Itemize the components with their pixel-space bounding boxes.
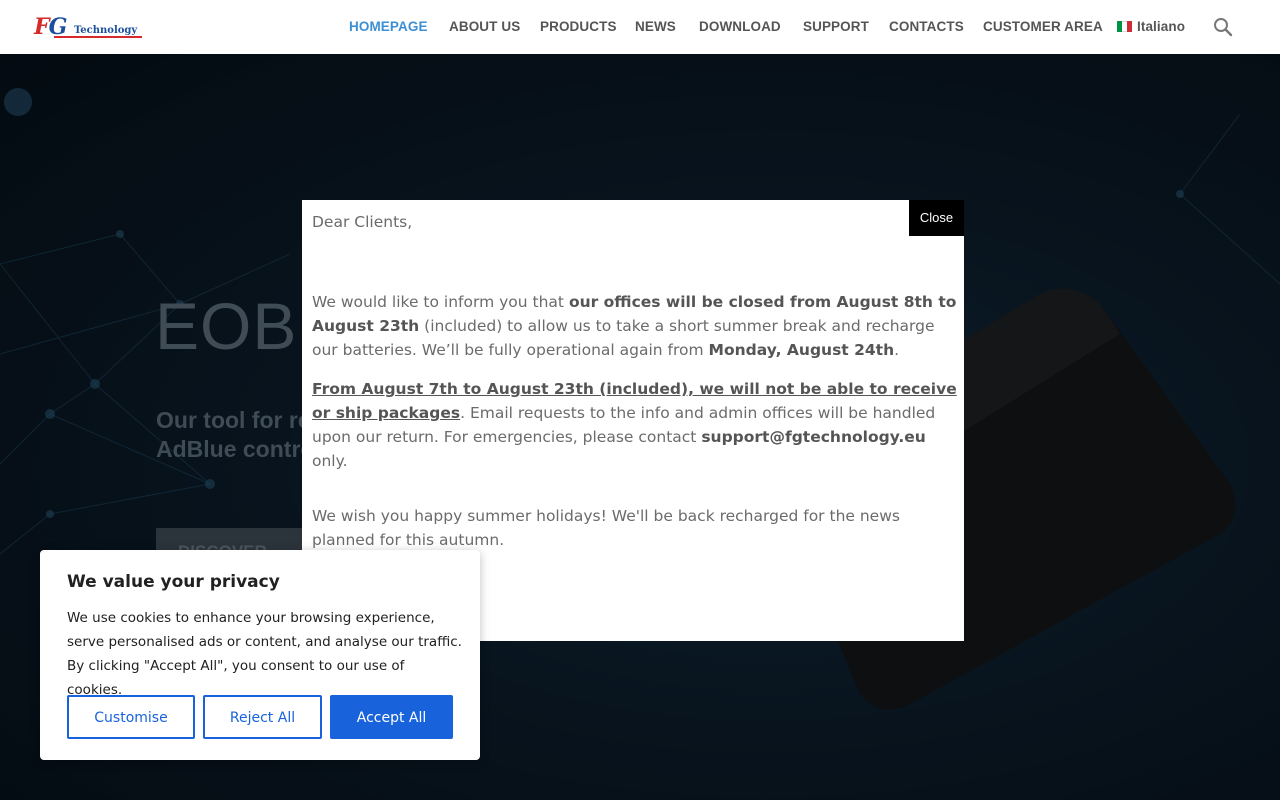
accept-all-button[interactable]: Accept All — [330, 695, 453, 739]
language-label: Italiano — [1137, 19, 1186, 34]
nav-download[interactable]: DOWNLOAD — [699, 19, 781, 34]
cookie-title: We value your privacy — [67, 572, 280, 592]
hero-subtitle: Our tool for re AdBlue contro — [156, 406, 316, 464]
nav-news[interactable]: NEWS — [635, 19, 676, 34]
cookie-consent-banner: We value your privacy We use cookies to … — [40, 550, 480, 760]
notice-greeting: Dear Clients, — [312, 213, 413, 231]
reject-all-button[interactable]: Reject All — [203, 695, 322, 739]
hero-subtitle-line1: Our tool for re — [156, 407, 311, 433]
notice-paragraph-shipping: From August 7th to August 23th (included… — [312, 377, 957, 473]
closure-end: . — [894, 341, 900, 359]
notice-paragraph-wishes: We wish you happy summer holidays! We'll… — [312, 507, 900, 549]
cookie-description: We use cookies to enhance your browsing … — [67, 610, 462, 698]
nav-products[interactable]: PRODUCTS — [540, 19, 617, 34]
logo-underline — [54, 36, 142, 38]
reopen-date: Monday, August 24th — [708, 341, 895, 359]
nav-customer-area[interactable]: CUSTOMER AREA — [983, 19, 1103, 34]
customise-button[interactable]: Customise — [67, 695, 195, 739]
search-icon[interactable] — [1213, 17, 1233, 37]
hero-subtitle-line2: AdBlue contro — [156, 436, 315, 462]
notice-paragraph-closure: We would like to inform you that our off… — [312, 290, 957, 362]
support-email[interactable]: support@fgtechnology.eu — [701, 428, 926, 446]
shipping-end: only. — [312, 452, 348, 470]
hero-title: EOB — [155, 289, 298, 363]
nav-contacts[interactable]: CONTACTS — [889, 19, 964, 34]
nav-support[interactable]: SUPPORT — [803, 19, 869, 34]
language-switcher[interactable]: Italiano — [1117, 19, 1185, 34]
italy-flag-icon — [1117, 21, 1132, 32]
fg-technology-logo[interactable]: FG Technology — [34, 14, 146, 40]
site-header: FG Technology HOMEPAGE ABOUT US PRODUCTS… — [0, 0, 1280, 54]
nav-about-us[interactable]: ABOUT US — [449, 19, 520, 34]
nav-homepage[interactable]: HOMEPAGE — [349, 19, 428, 34]
logo-text: Technology — [74, 25, 138, 36]
closure-intro: We would like to inform you that — [312, 293, 569, 311]
